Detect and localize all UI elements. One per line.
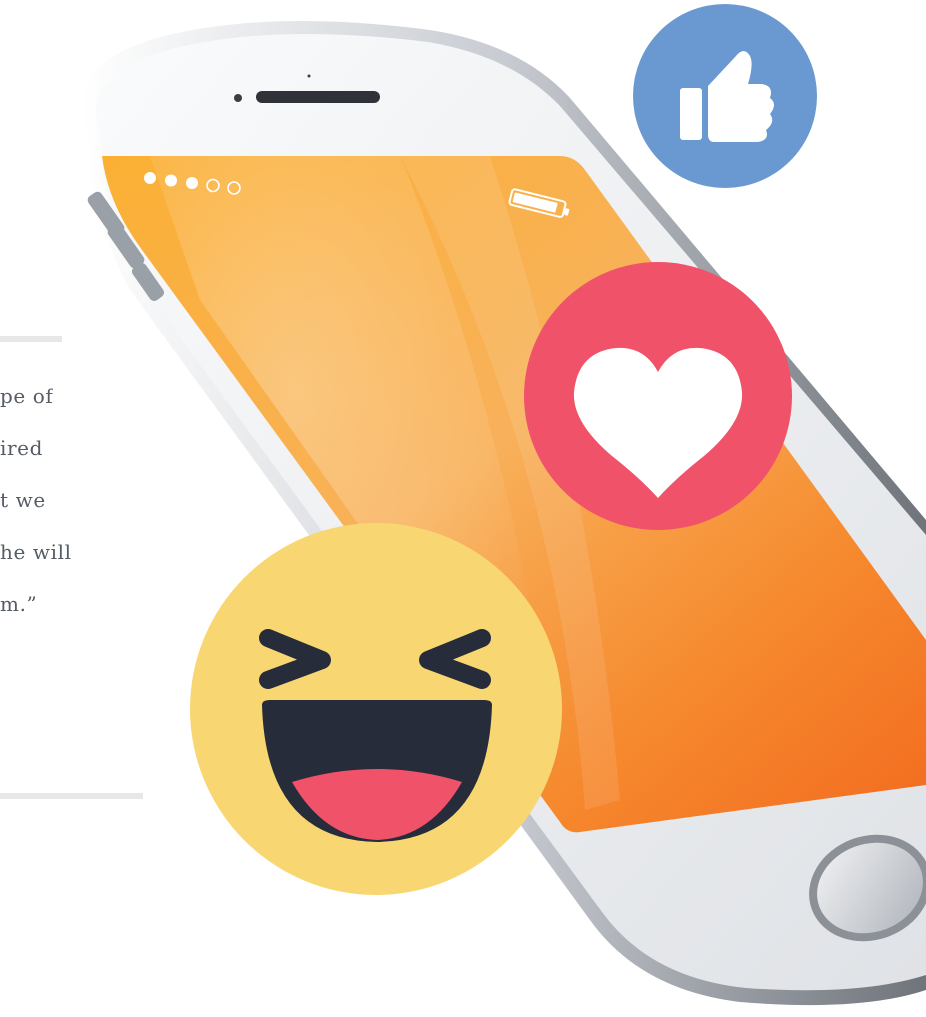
like-reaction[interactable] xyxy=(633,4,817,188)
haha-reaction[interactable] xyxy=(190,523,562,895)
signal-dot-filled xyxy=(144,172,156,184)
phone-illustration xyxy=(81,4,926,1006)
speaker-grille xyxy=(256,91,380,103)
sensor-dot xyxy=(307,74,311,78)
love-reaction[interactable] xyxy=(524,262,792,530)
signal-dot-filled xyxy=(186,177,198,189)
front-camera-icon xyxy=(234,94,242,102)
signal-dot-filled xyxy=(165,174,177,187)
